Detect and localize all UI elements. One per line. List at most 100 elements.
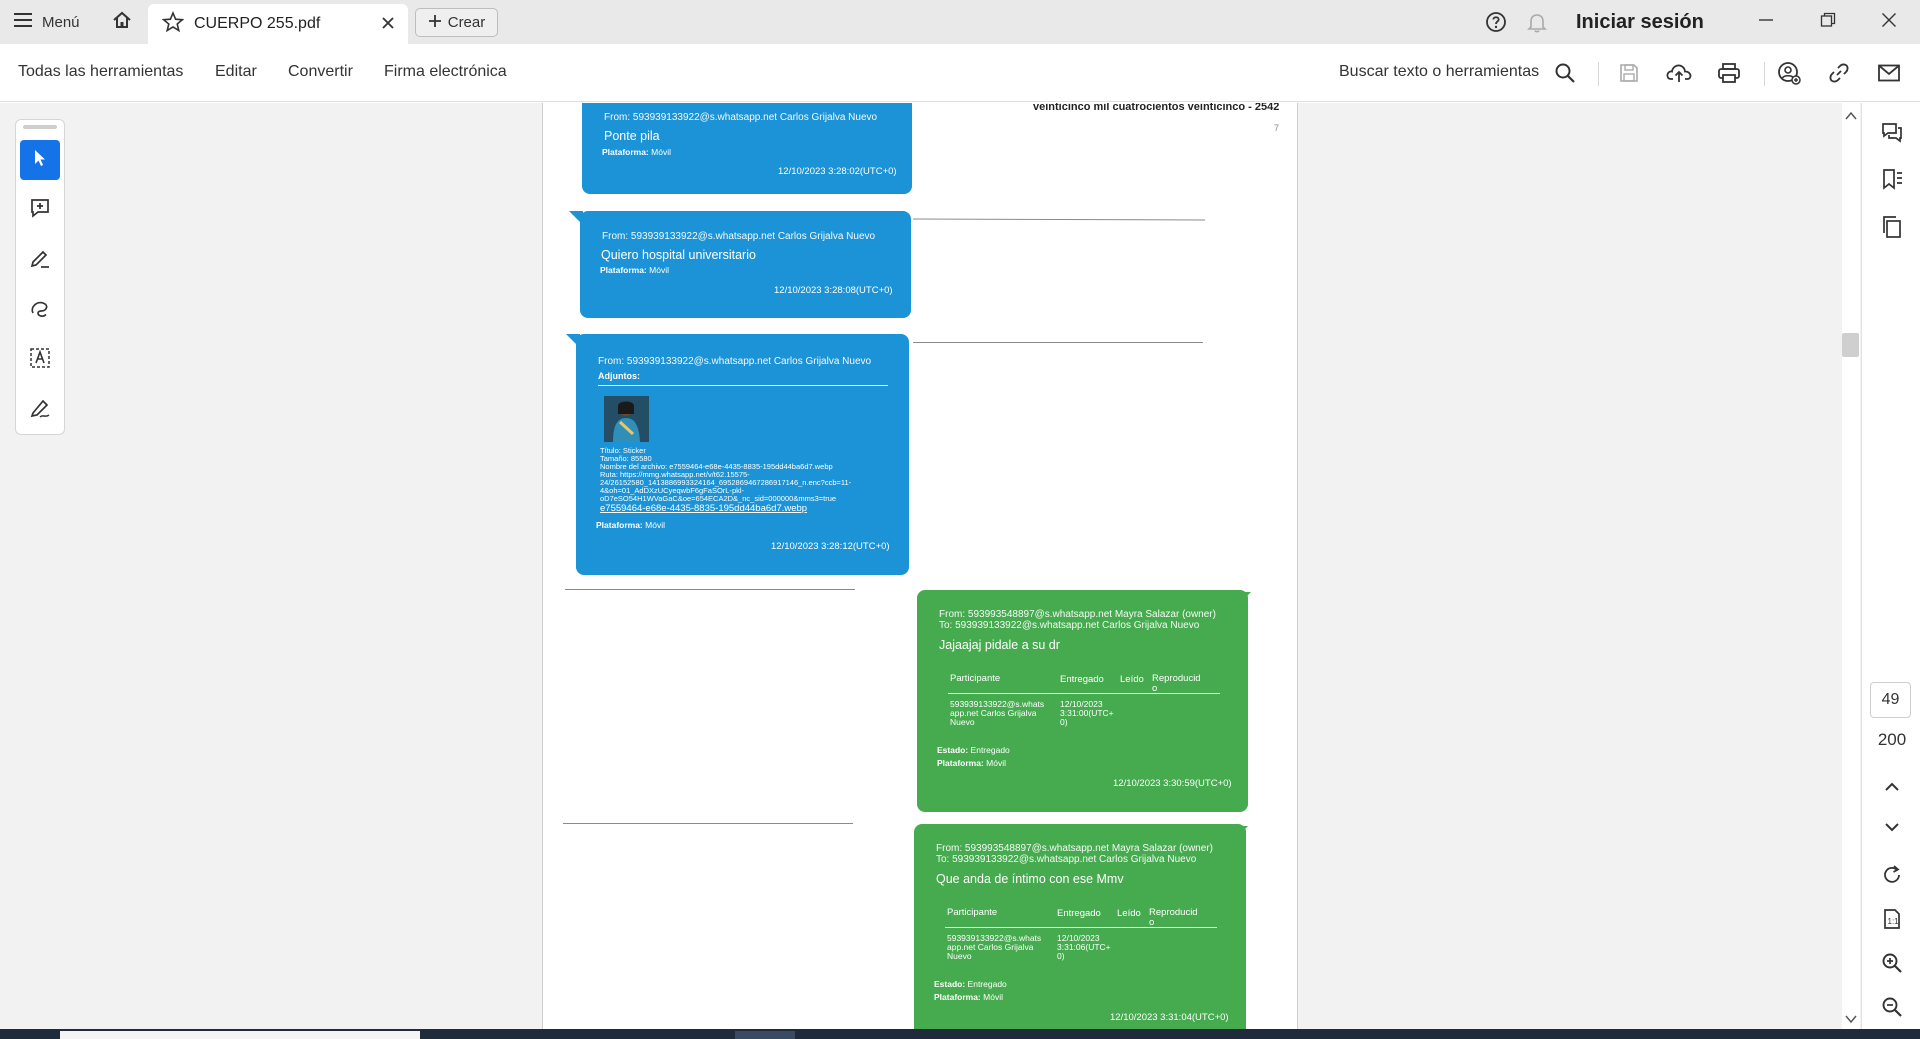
fit-page-icon[interactable]: 1:1 bbox=[1878, 905, 1906, 933]
table-divider bbox=[945, 927, 1217, 928]
attachments-label: Adjuntos: bbox=[598, 371, 640, 381]
scroll-up-icon[interactable] bbox=[1845, 108, 1857, 126]
menu-button[interactable]: Menú bbox=[14, 10, 80, 34]
zoom-in-icon[interactable] bbox=[1878, 949, 1906, 977]
current-page-input[interactable]: 49 bbox=[1870, 682, 1911, 718]
rotate-icon[interactable] bbox=[1878, 861, 1906, 889]
panel-grip[interactable] bbox=[23, 125, 57, 129]
message-recipient: To: 593939133922@s.whatsapp.net Carlos G… bbox=[936, 854, 1197, 865]
message-sender: From: 593939133922@s.whatsapp.net Carlos… bbox=[604, 112, 878, 123]
close-tab-icon[interactable] bbox=[380, 15, 396, 36]
restore-button[interactable] bbox=[1808, 8, 1848, 36]
add-comment-button[interactable] bbox=[20, 190, 60, 230]
pdf-page[interactable]: veinticinco mil cuatrocientos veinticinc… bbox=[542, 103, 1298, 1029]
search-tools-label[interactable]: Buscar texto o herramientas bbox=[1339, 63, 1539, 81]
os-taskbar bbox=[0, 1029, 1920, 1039]
taskbar-active-app[interactable] bbox=[735, 1031, 795, 1039]
sign-tool-button[interactable] bbox=[20, 390, 60, 430]
separator-line bbox=[913, 342, 1203, 343]
bubble-tail bbox=[566, 334, 580, 348]
comments-icon[interactable] bbox=[1878, 119, 1906, 147]
share-user-icon[interactable] bbox=[1776, 60, 1802, 86]
search-icon[interactable] bbox=[1552, 60, 1578, 86]
message-date: 12/10/2023 3:28:02(UTC+0) bbox=[778, 166, 897, 177]
menu-convert[interactable]: Convertir bbox=[288, 63, 353, 81]
quick-tools-panel bbox=[15, 119, 65, 435]
message-date: 12/10/2023 3:28:08(UTC+0) bbox=[774, 285, 893, 296]
page-mark: 7 bbox=[1274, 123, 1280, 133]
scroll-down-icon[interactable] bbox=[1845, 1011, 1857, 1029]
tab-title: CUERPO 255.pdf bbox=[194, 15, 321, 32]
scrollbar-thumb[interactable] bbox=[1842, 333, 1859, 357]
table-cell-participant: 593939133922@s.whats app.net Carlos Grij… bbox=[950, 699, 1045, 727]
page-down-icon[interactable] bbox=[1878, 813, 1906, 841]
cursor-arrow-icon bbox=[30, 148, 50, 173]
separator-line bbox=[563, 823, 853, 824]
text-box-tool-button[interactable] bbox=[20, 340, 60, 380]
table-divider bbox=[948, 693, 1220, 694]
menu-label: Menú bbox=[42, 13, 80, 31]
mail-icon[interactable] bbox=[1876, 60, 1902, 86]
message-bubble: From: 593993548897@s.whatsapp.net Mayra … bbox=[917, 590, 1248, 812]
bubble-tail bbox=[569, 211, 583, 225]
message-state: Estado: Entregado bbox=[934, 979, 1007, 989]
draw-tool-button[interactable] bbox=[20, 290, 60, 330]
menu-all-tools[interactable]: Todas las herramientas bbox=[18, 63, 183, 81]
bell-icon[interactable] bbox=[1526, 11, 1548, 38]
svg-text:1:1: 1:1 bbox=[1888, 917, 1900, 926]
select-tool-button[interactable] bbox=[20, 140, 60, 180]
vertical-scrollbar[interactable] bbox=[1842, 103, 1860, 1029]
minimize-button[interactable] bbox=[1746, 8, 1786, 36]
menu-edit[interactable]: Editar bbox=[215, 63, 257, 81]
comment-add-icon bbox=[29, 197, 51, 224]
print-icon[interactable] bbox=[1716, 60, 1742, 86]
minimize-icon bbox=[1758, 12, 1774, 33]
zoom-out-icon[interactable] bbox=[1878, 993, 1906, 1021]
toolbar-divider bbox=[1764, 62, 1765, 86]
table-header-participant: Participante bbox=[950, 673, 1001, 684]
star-icon[interactable] bbox=[161, 10, 185, 38]
message-platform: Plataforma: Móvil bbox=[937, 758, 1006, 768]
message-platform: Plataforma: Móvil bbox=[602, 147, 671, 157]
link-icon[interactable] bbox=[1826, 60, 1852, 86]
signin-button[interactable]: Iniciar sesión bbox=[1576, 11, 1704, 34]
tab-bar: Menú CUERPO 255.pdf Crear Iniciar sesión bbox=[0, 0, 1920, 44]
message-state: Estado: Entregado bbox=[937, 745, 1010, 755]
highlight-tool-button[interactable] bbox=[20, 240, 60, 280]
sticker-thumbnail[interactable] bbox=[604, 396, 649, 442]
toolbar-divider bbox=[1598, 62, 1599, 86]
separator-line bbox=[912, 218, 1206, 221]
close-window-button[interactable] bbox=[1869, 8, 1909, 36]
message-text: Jajaajaj pidale a su dr bbox=[939, 638, 1060, 652]
attachment-link[interactable]: e7559464-e68e-4435-8835-195dd44ba6d7.web… bbox=[600, 503, 851, 514]
create-button[interactable]: Crear bbox=[415, 8, 498, 37]
document-tab[interactable]: CUERPO 255.pdf bbox=[148, 4, 408, 44]
taskbar-search-area[interactable] bbox=[60, 1031, 420, 1039]
right-side-panel: 1:1 bbox=[1861, 103, 1920, 1029]
page-header-text: veinticinco mil cuatrocientos veinticinc… bbox=[1033, 103, 1280, 113]
help-icon[interactable] bbox=[1485, 11, 1507, 38]
restore-icon bbox=[1820, 12, 1836, 33]
pen-sign-icon bbox=[29, 397, 51, 424]
table-header-played: Reproducid o bbox=[1149, 907, 1198, 928]
table-header-read: Leído bbox=[1117, 908, 1141, 919]
freehand-draw-icon bbox=[29, 297, 51, 324]
separator-line bbox=[565, 589, 855, 590]
bookmarks-icon[interactable] bbox=[1878, 165, 1906, 193]
attachments-divider bbox=[598, 385, 888, 386]
message-sender: From: 593939133922@s.whatsapp.net Carlos… bbox=[602, 231, 876, 242]
table-header-delivered: Entregado bbox=[1057, 908, 1101, 919]
menu-e-signature[interactable]: Firma electrónica bbox=[384, 63, 507, 81]
table-header-participant: Participante bbox=[947, 907, 998, 918]
message-bubble: From: 593993548897@s.whatsapp.net Mayra … bbox=[914, 824, 1246, 1029]
save-icon[interactable] bbox=[1616, 60, 1642, 86]
text-select-icon bbox=[29, 347, 51, 374]
upload-cloud-icon[interactable] bbox=[1666, 60, 1692, 86]
main-toolbar: Todas las herramientas Editar Convertir … bbox=[0, 44, 1920, 102]
bubble-tail bbox=[1237, 592, 1251, 606]
page-up-icon[interactable] bbox=[1878, 773, 1906, 801]
message-bubble: From: 593939133922@s.whatsapp.net Carlos… bbox=[582, 103, 912, 194]
page-thumbnails-icon[interactable] bbox=[1878, 213, 1906, 241]
message-platform: Plataforma: Móvil bbox=[596, 520, 665, 530]
home-button[interactable] bbox=[106, 10, 138, 34]
